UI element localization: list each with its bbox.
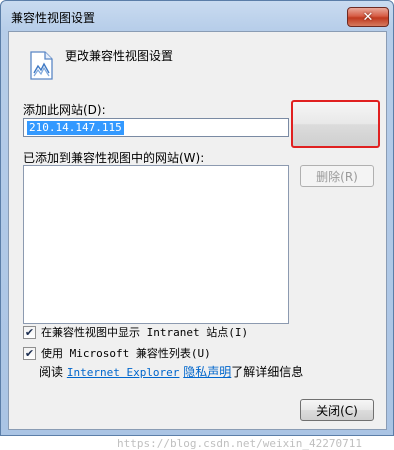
close-button[interactable]: 关闭(C) [300, 399, 374, 421]
privacy-link[interactable]: 隐私声明 [183, 363, 231, 380]
add-button-label: 添加(A) [316, 119, 358, 134]
ms-list-label: 使用 Microsoft 兼容性列表(U) [41, 347, 211, 360]
close-button-label: 关闭(C) [316, 403, 358, 418]
delete-button[interactable]: 删除(R) [300, 165, 374, 187]
close-icon: ✕ [362, 9, 374, 25]
window-close-button[interactable]: ✕ [347, 7, 389, 27]
intranet-checkbox[interactable]: ✔ [23, 325, 36, 339]
add-site-input[interactable]: 210.14.147.115 [23, 118, 289, 137]
add-site-input-value: 210.14.147.115 [27, 121, 124, 135]
ms-list-checkbox[interactable]: ✔ [23, 346, 36, 360]
watermark: https://blog.csdn.net/weixin_42270711 [117, 437, 363, 450]
add-button[interactable]: 添加(A) [300, 115, 374, 137]
dialog-window: 兼容性视图设置 ✕ 更改兼容性视图设置 添加此网站(D): 210.14.147… [0, 0, 394, 450]
learn-more-suffix: 了解详细信息 [231, 365, 304, 379]
site-list[interactable] [23, 165, 289, 324]
title-bar[interactable]: 兼容性视图设置 ✕ [1, 1, 393, 31]
dialog-content: 更改兼容性视图设置 添加此网站(D): 210.14.147.115 添加(A)… [8, 31, 387, 450]
compatibility-page-icon [30, 51, 53, 80]
ie-link[interactable]: Internet Explorer [67, 366, 180, 379]
learn-more-prefix: 阅读 [39, 365, 64, 379]
add-site-label: 添加此网站(D): [23, 103, 106, 117]
learn-more-line: 阅读 Internet Explorer 隐私声明 了解详细信息 [39, 363, 303, 380]
page-heading: 更改兼容性视图设置 [65, 49, 174, 63]
intranet-option[interactable]: ✔ 在兼容性视图中显示 Intranet 站点(I) [23, 324, 248, 340]
window-title: 兼容性视图设置 [11, 11, 96, 25]
delete-button-label: 删除(R) [316, 169, 358, 184]
intranet-label: 在兼容性视图中显示 Intranet 站点(I) [41, 326, 249, 339]
ms-list-option[interactable]: ✔ 使用 Microsoft 兼容性列表(U) [23, 345, 211, 361]
site-list-label: 已添加到兼容性视图中的网站(W): [23, 151, 205, 165]
